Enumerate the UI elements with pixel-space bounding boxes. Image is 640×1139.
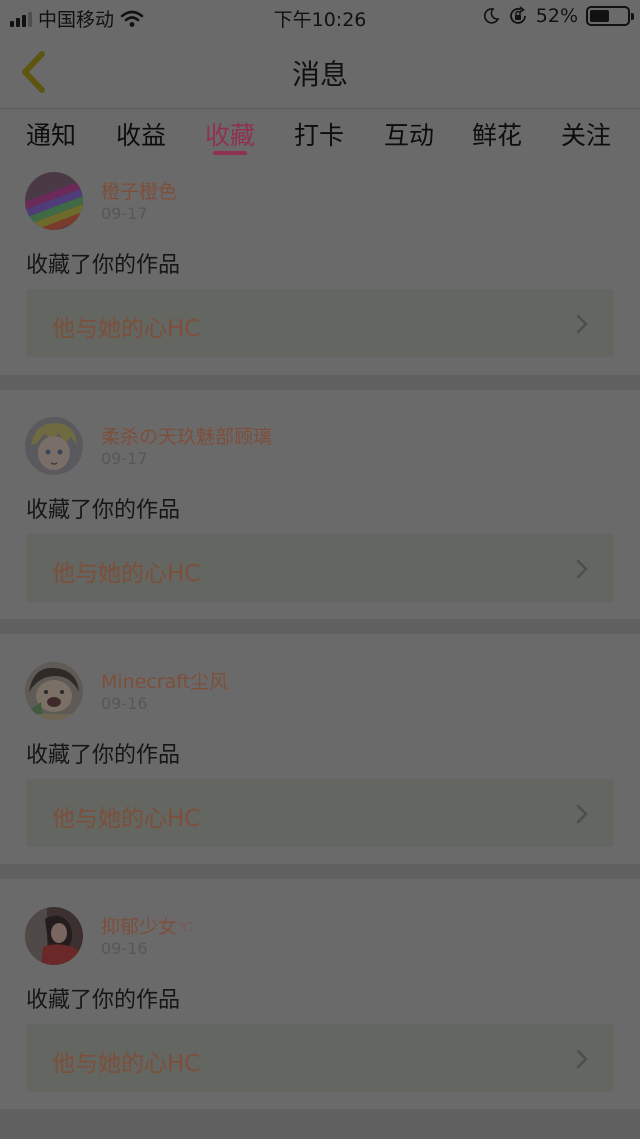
tab-favorites[interactable]: 收藏 [205, 116, 255, 152]
divider [0, 375, 640, 390]
rotation-lock-icon [509, 6, 526, 24]
username[interactable]: 橙子橙色 [101, 177, 177, 204]
nav-divider [0, 108, 640, 109]
tab-earnings[interactable]: 收益 [116, 116, 166, 152]
avatar[interactable] [25, 907, 83, 965]
chevron-right-icon [576, 1049, 588, 1069]
tab-flowers[interactable]: 鲜花 [472, 116, 522, 152]
action-text: 收藏了你的作品 [26, 498, 181, 523]
chevron-right-icon [576, 804, 588, 824]
work-link[interactable]: 他与她的心HC [26, 534, 614, 602]
work-title: 他与她的心HC [52, 316, 201, 342]
work-link[interactable]: 他与她的心HC [26, 779, 614, 847]
date: 09-16 [101, 939, 148, 958]
battery-percent: 52% [535, 5, 578, 27]
divider [0, 1109, 640, 1139]
work-link[interactable]: 他与她的心HC [26, 289, 614, 357]
date: 09-16 [101, 694, 148, 713]
divider [0, 864, 640, 879]
tab-following[interactable]: 关注 [561, 116, 611, 152]
tab-bar: 通知 收益 收藏 打卡 互动 鲜花 关注 [0, 110, 640, 158]
list-item: 抑郁少女☜ 09-16 收藏了你的作品 他与她的心HC [0, 879, 640, 1109]
date: 09-17 [101, 204, 148, 223]
list-item: Minecraft尘风 09-16 收藏了你的作品 他与她的心HC [0, 634, 640, 864]
work-title: 他与她的心HC [52, 806, 201, 832]
divider [0, 619, 640, 634]
tab-checkin[interactable]: 打卡 [294, 116, 344, 152]
username[interactable]: 抑郁少女☜ [101, 912, 194, 939]
work-title: 他与她的心HC [52, 561, 201, 587]
avatar[interactable] [25, 662, 83, 720]
moon-icon [483, 8, 500, 24]
battery-icon [586, 6, 634, 26]
date: 09-17 [101, 449, 148, 468]
tab-notifications[interactable]: 通知 [26, 116, 76, 152]
work-title: 他与她的心HC [52, 1051, 201, 1077]
active-tab-indicator [213, 151, 247, 155]
action-text: 收藏了你的作品 [26, 743, 181, 768]
list-item: 橙子橙色 09-17 收藏了你的作品 他与她的心HC [0, 160, 640, 390]
chevron-right-icon [576, 314, 588, 334]
action-text: 收藏了你的作品 [26, 253, 181, 278]
tab-interactions[interactable]: 互动 [384, 116, 434, 152]
screen: 中国移动 下午10:26 52% 消息 通知 收益 收藏 打卡 互动 鲜花 关注… [0, 0, 640, 1139]
chevron-right-icon [576, 559, 588, 579]
work-link[interactable]: 他与她的心HC [26, 1024, 614, 1092]
nav-bar: 消息 [0, 36, 640, 108]
avatar[interactable] [25, 417, 83, 475]
list-item: 柔杀の天玖魅部顾璃 09-17 收藏了你的作品 他与她的心HC [0, 390, 640, 620]
action-text: 收藏了你的作品 [26, 988, 181, 1013]
status-right: 52% [482, 5, 634, 27]
username[interactable]: 柔杀の天玖魅部顾璃 [101, 422, 272, 449]
page-title: 消息 [291, 58, 348, 91]
username[interactable]: Minecraft尘风 [101, 667, 228, 694]
status-bar: 中国移动 下午10:26 52% [0, 0, 640, 36]
avatar[interactable] [25, 172, 83, 230]
